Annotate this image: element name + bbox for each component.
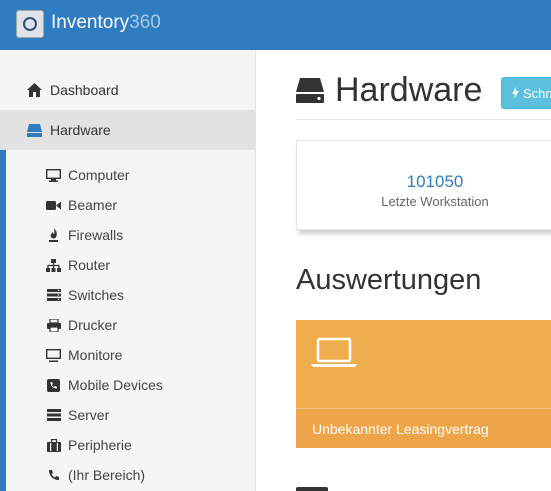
fire-icon bbox=[46, 228, 61, 242]
brand-number-text: 360 bbox=[129, 12, 161, 33]
sidebar-item-beamer[interactable]: Beamer bbox=[0, 190, 255, 220]
sidebar-item-mobile-devices[interactable]: Mobile Devices bbox=[0, 370, 255, 400]
sidebar-item-drucker[interactable]: Drucker bbox=[0, 310, 255, 340]
sidebar-item-firewalls[interactable]: Firewalls bbox=[0, 220, 255, 250]
sidebar-item-label: Mobile Devices bbox=[68, 377, 163, 393]
main-content: Hardware Schn 101050 Letzte Workstation … bbox=[256, 50, 551, 491]
hard-drive-icon bbox=[26, 122, 42, 138]
phone-square-icon bbox=[46, 378, 61, 392]
sidebar-item-label: Drucker bbox=[68, 317, 118, 333]
monitor-icon bbox=[46, 348, 61, 362]
sidebar-item-label: Monitore bbox=[68, 347, 123, 363]
sidebar-item-router[interactable]: Router bbox=[0, 250, 255, 280]
stat-value[interactable]: 101050 bbox=[297, 172, 551, 192]
sidebar-item-label: (Ihr Bereich) bbox=[68, 467, 146, 483]
stat-label: Letzte Workstation bbox=[381, 194, 489, 209]
sidebar-item-computer[interactable]: Computer bbox=[0, 160, 255, 190]
sidebar-item-label: Router bbox=[68, 257, 111, 273]
report-card-label: Unbekannter Leasingvertrag bbox=[312, 421, 489, 437]
sidebar-item-ihr-bereich[interactable]: (Ihr Bereich) bbox=[0, 460, 255, 490]
stat-card-last-workstation[interactable]: 101050 Letzte Workstation bbox=[296, 140, 551, 230]
printer-icon bbox=[46, 318, 61, 332]
section-title: Auswertungen bbox=[296, 264, 482, 296]
sidebar-item-monitore[interactable]: Monitore bbox=[0, 340, 255, 370]
desktop-icon bbox=[46, 168, 61, 182]
sitemap-icon bbox=[46, 258, 61, 272]
laptop-icon bbox=[311, 337, 359, 369]
sidebar-item-label: Switches bbox=[68, 287, 125, 303]
sidebar-item-label: Hardware bbox=[50, 122, 111, 138]
sidebar-item-peripherie[interactable]: Peripherie bbox=[0, 430, 255, 460]
server-stack-icon bbox=[46, 288, 61, 302]
report-card-footer[interactable]: Unbekannter Leasingvertrag bbox=[296, 408, 551, 448]
sidebar: Dashboard Hardware Computer Beamer Firew… bbox=[0, 50, 256, 491]
sidebar-item-server[interactable]: Server bbox=[0, 400, 255, 430]
quick-action-button[interactable]: Schn bbox=[501, 77, 551, 109]
header-divider bbox=[296, 119, 551, 120]
briefcase-icon bbox=[46, 438, 61, 452]
server-icon bbox=[46, 408, 61, 422]
brand-name-text: Inventory bbox=[51, 12, 130, 33]
video-camera-icon bbox=[46, 198, 61, 212]
sidebar-item-hardware[interactable]: Hardware bbox=[0, 110, 255, 150]
app-logo-icon[interactable] bbox=[16, 10, 44, 38]
home-icon bbox=[26, 82, 42, 98]
quick-action-label: Schn bbox=[523, 85, 551, 101]
bolt-icon bbox=[512, 87, 519, 99]
sidebar-item-label: Dashboard bbox=[50, 82, 119, 98]
phone-icon bbox=[46, 468, 61, 482]
sidebar-item-dashboard[interactable]: Dashboard bbox=[0, 70, 255, 110]
page-title: Hardware bbox=[335, 71, 483, 109]
sidebar-item-label: Firewalls bbox=[68, 227, 124, 243]
sidebar-item-label: Server bbox=[68, 407, 110, 423]
report-card-unknown-leasing[interactable]: Unbekannter Leasingvertrag bbox=[296, 320, 551, 448]
brand-name[interactable]: Inventory360 bbox=[51, 12, 161, 34]
top-navbar: Inventory360 bbox=[0, 0, 551, 50]
sidebar-item-label: Computer bbox=[68, 167, 130, 183]
sidebar-item-switches[interactable]: Switches bbox=[0, 280, 255, 310]
sidebar-item-label: Peripherie bbox=[68, 437, 132, 453]
next-section-icon bbox=[296, 487, 328, 491]
sidebar-item-label: Beamer bbox=[68, 197, 118, 213]
hard-drive-icon bbox=[296, 77, 324, 103]
